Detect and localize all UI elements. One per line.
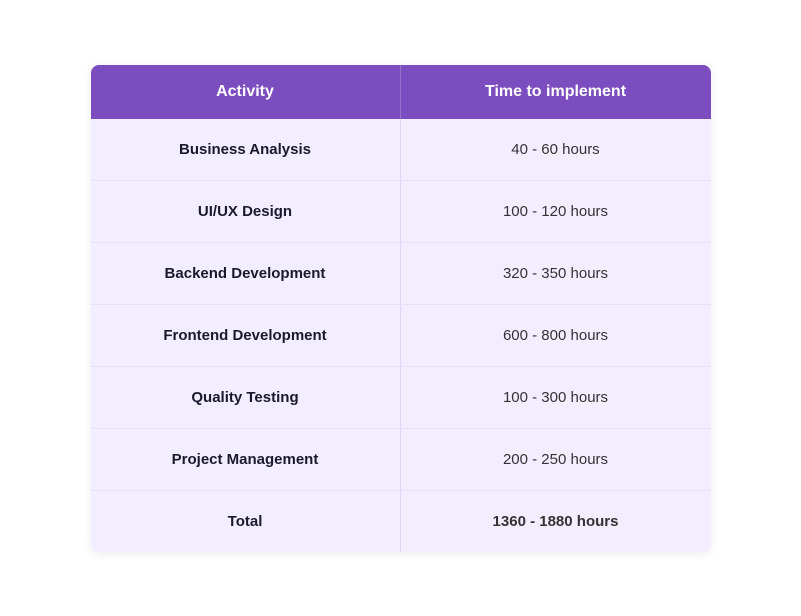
implementation-table: Activity Time to implement Business Anal… (91, 65, 711, 552)
activity-cell: Project Management (91, 429, 401, 490)
activity-header: Activity (91, 65, 401, 119)
time-cell: 100 - 300 hours (401, 367, 711, 428)
table-header: Activity Time to implement (91, 65, 711, 119)
activity-cell: Quality Testing (91, 367, 401, 428)
time-header: Time to implement (401, 65, 711, 119)
time-cell: 40 - 60 hours (401, 119, 711, 180)
activity-cell: Business Analysis (91, 119, 401, 180)
table-row: Backend Development320 - 350 hours (91, 243, 711, 305)
time-cell: 100 - 120 hours (401, 181, 711, 242)
table-row: Total1360 - 1880 hours (91, 491, 711, 552)
activity-cell: Total (91, 491, 401, 552)
time-cell: 320 - 350 hours (401, 243, 711, 304)
time-cell: 600 - 800 hours (401, 305, 711, 366)
table-row: UI/UX Design100 - 120 hours (91, 181, 711, 243)
table-row: Quality Testing100 - 300 hours (91, 367, 711, 429)
time-cell: 200 - 250 hours (401, 429, 711, 490)
table-row: Frontend Development600 - 800 hours (91, 305, 711, 367)
table-row: Business Analysis40 - 60 hours (91, 119, 711, 181)
time-cell: 1360 - 1880 hours (401, 491, 711, 552)
activity-cell: Frontend Development (91, 305, 401, 366)
table-body: Business Analysis40 - 60 hoursUI/UX Desi… (91, 119, 711, 552)
activity-cell: Backend Development (91, 243, 401, 304)
activity-cell: UI/UX Design (91, 181, 401, 242)
table-row: Project Management200 - 250 hours (91, 429, 711, 491)
